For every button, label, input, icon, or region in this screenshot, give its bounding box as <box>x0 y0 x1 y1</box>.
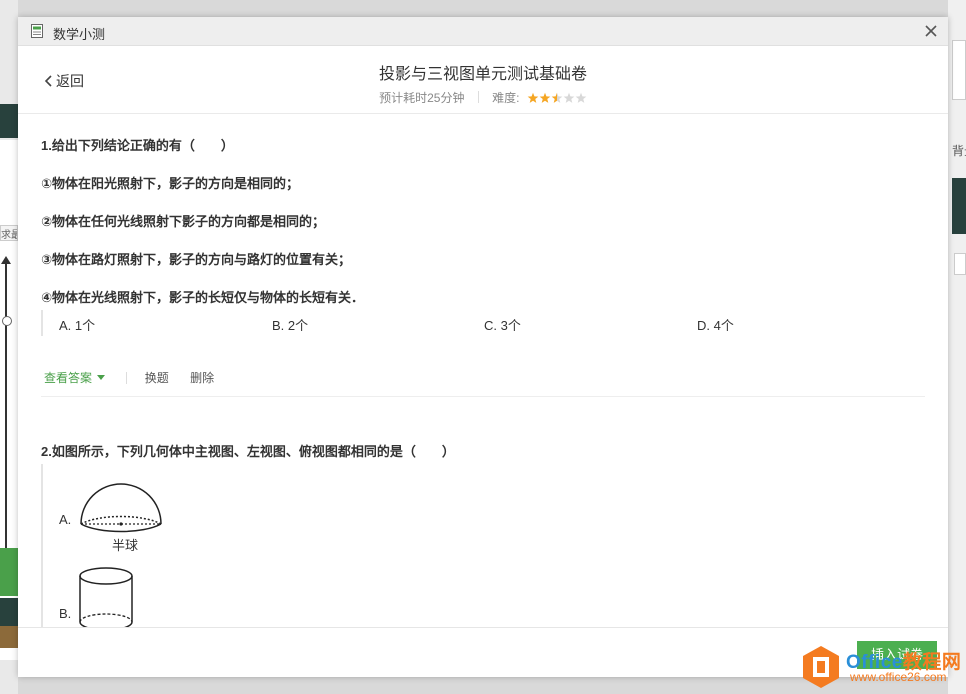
star-icon <box>551 92 563 103</box>
question-1-statement: ④物体在光线照射下，影子的长短仅与物体的长短有关． <box>41 290 365 305</box>
background-green-block <box>0 548 18 596</box>
background-app-right: 背景 <box>948 0 966 694</box>
difficulty-stars <box>527 92 587 103</box>
question-2-stem: 2.如图所示，下列几何体中主视图、左视图、俯视图都相同的是（ ） <box>41 444 455 459</box>
background-wood-frame <box>0 626 18 648</box>
background-input[interactable] <box>954 253 966 275</box>
question-1-statement: ①物体在阳光照射下，影子的方向是相同的； <box>41 176 300 191</box>
option-a-label[interactable]: A. <box>59 512 71 527</box>
option-b[interactable]: B. 2个 <box>272 315 308 334</box>
question-1-statement: ②物体在任何光线照射下影子的方向都是相同的； <box>41 214 326 229</box>
background-app-left: 求最 <box>0 0 18 694</box>
cylinder-figure[interactable] <box>77 564 135 627</box>
background-thumbnail <box>952 178 966 234</box>
star-icon <box>575 92 587 103</box>
replace-question-button[interactable]: 换题 <box>145 371 169 385</box>
office-logo-icon <box>803 646 839 688</box>
view-answer-label: 查看答案 <box>44 371 93 385</box>
watermark-url: www.office26.com <box>850 670 947 684</box>
background-dark-block <box>0 598 18 626</box>
difficulty-label: 难度: <box>492 91 520 105</box>
question-1-actions: 查看答案 换题 删除 <box>44 369 232 386</box>
background-panel <box>952 40 966 100</box>
question-1-stem: 1.给出下列结论正确的有（ ） <box>41 138 234 153</box>
view-answer-button[interactable]: 查看答案 <box>44 371 106 385</box>
hemisphere-caption: 半球 <box>112 538 139 553</box>
question-1-options: A. 1个 B. 2个 C. 3个 D. 4个 <box>41 310 923 336</box>
star-icon <box>527 92 539 103</box>
background-point <box>2 316 12 326</box>
action-divider <box>126 372 128 384</box>
option-d[interactable]: D. 4个 <box>697 315 734 334</box>
dialog-title: 数学小测 <box>53 27 106 42</box>
background-tag: 求最 <box>0 225 18 241</box>
background-axis <box>5 262 7 552</box>
star-icon <box>563 92 575 103</box>
estimated-time: 预计耗时25分钟 <box>379 91 465 105</box>
option-c[interactable]: C. 3个 <box>484 315 521 334</box>
option-a[interactable]: A. 1个 <box>59 315 95 334</box>
background-dark-bar <box>0 104 18 138</box>
star-icon <box>539 92 551 103</box>
question-list[interactable]: 1.给出下列结论正确的有（ ） ①物体在阳光照射下，影子的方向是相同的； ②物体… <box>18 114 948 627</box>
close-icon[interactable] <box>923 23 939 39</box>
background-label: 背景 <box>952 144 966 158</box>
quiz-dialog: 数学小测 返回 投影与三视图单元测试基础卷 预计耗时25分钟 难度: 1.给出下… <box>18 17 948 677</box>
delete-question-button[interactable]: 删除 <box>190 371 214 385</box>
question-2-options: A. 半球 B. <box>41 464 923 627</box>
site-watermark: Office教程网 www.office26.com <box>802 643 966 691</box>
quiz-app-icon <box>31 24 43 38</box>
option-b-label[interactable]: B. <box>59 606 71 621</box>
paper-header: 返回 投影与三视图单元测试基础卷 预计耗时25分钟 难度: <box>18 46 948 114</box>
question-divider <box>41 396 925 397</box>
meta-divider <box>477 91 479 103</box>
dialog-titlebar: 数学小测 <box>18 17 948 46</box>
question-1-statement: ③物体在路灯照射下，影子的方向与路灯的位置有关； <box>41 252 352 267</box>
hemisphere-figure[interactable] <box>79 482 163 534</box>
caret-down-icon <box>97 375 106 380</box>
paper-title: 投影与三视图单元测试基础卷 <box>378 66 587 83</box>
paper-meta: 预计耗时25分钟 难度: <box>18 89 948 106</box>
